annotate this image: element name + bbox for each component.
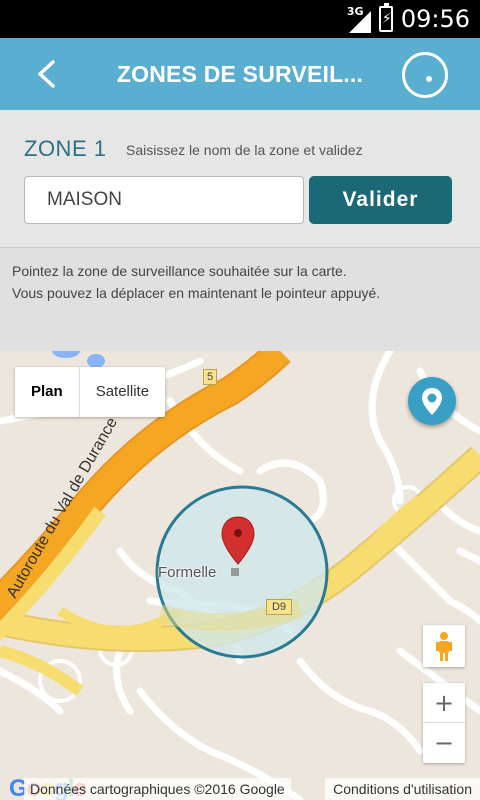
map-type-satellite[interactable]: Satellite — [80, 367, 165, 417]
zoom-controls: + − — [423, 683, 465, 763]
zoom-in-button[interactable]: + — [423, 683, 465, 723]
zone-label: ZONE 1 — [24, 136, 107, 161]
map-view[interactable]: Autoroute du Val de Durance 5 D9 Formell… — [0, 351, 480, 800]
street-view-button[interactable] — [423, 625, 465, 667]
instructions: Pointez la zone de surveillance souhaité… — [0, 249, 480, 351]
back-button[interactable] — [26, 54, 66, 94]
signal-3g-icon: 3G — [347, 5, 371, 33]
status-bar: 3G ⚡ 09:56 — [0, 0, 480, 38]
zoom-out-button[interactable]: − — [423, 723, 465, 763]
instruction-line-1: Pointez la zone de surveillance souhaité… — [12, 263, 347, 279]
zone-form: ZONE 1 Saisissez le nom de la zone et va… — [0, 110, 480, 248]
validate-button[interactable]: Valider — [309, 176, 452, 224]
road-label-5: 5 — [203, 369, 217, 385]
pegman-icon — [436, 632, 452, 661]
my-location-button[interactable] — [408, 377, 456, 425]
app-bar: ZONES DE SURVEIL... — [0, 38, 480, 110]
locate-target-button[interactable] — [402, 52, 448, 98]
map-type-toggle: Plan Satellite — [15, 367, 166, 417]
terms-link[interactable]: Conditions d'utilisation — [325, 778, 480, 800]
map-type-plan[interactable]: Plan — [15, 367, 80, 417]
map-footer: Google Données cartographiques ©2016 Goo… — [0, 777, 480, 800]
locate-target-icon — [426, 76, 432, 82]
map-attribution: Données cartographiques ©2016 Google — [24, 778, 291, 800]
status-time: 09:56 — [400, 5, 470, 33]
place-label: Formelle — [158, 564, 217, 581]
road-label-d9: D9 — [266, 599, 292, 615]
instruction-line-2: Vous pouvez la déplacer en maintenant le… — [12, 285, 381, 301]
arrow-back-icon — [38, 60, 55, 88]
zone-hint: Saisissez le nom de la zone et validez — [126, 142, 363, 158]
battery-charging-icon: ⚡ — [378, 3, 393, 32]
location-pin-icon — [422, 388, 442, 415]
zone-name-input[interactable] — [24, 176, 304, 224]
